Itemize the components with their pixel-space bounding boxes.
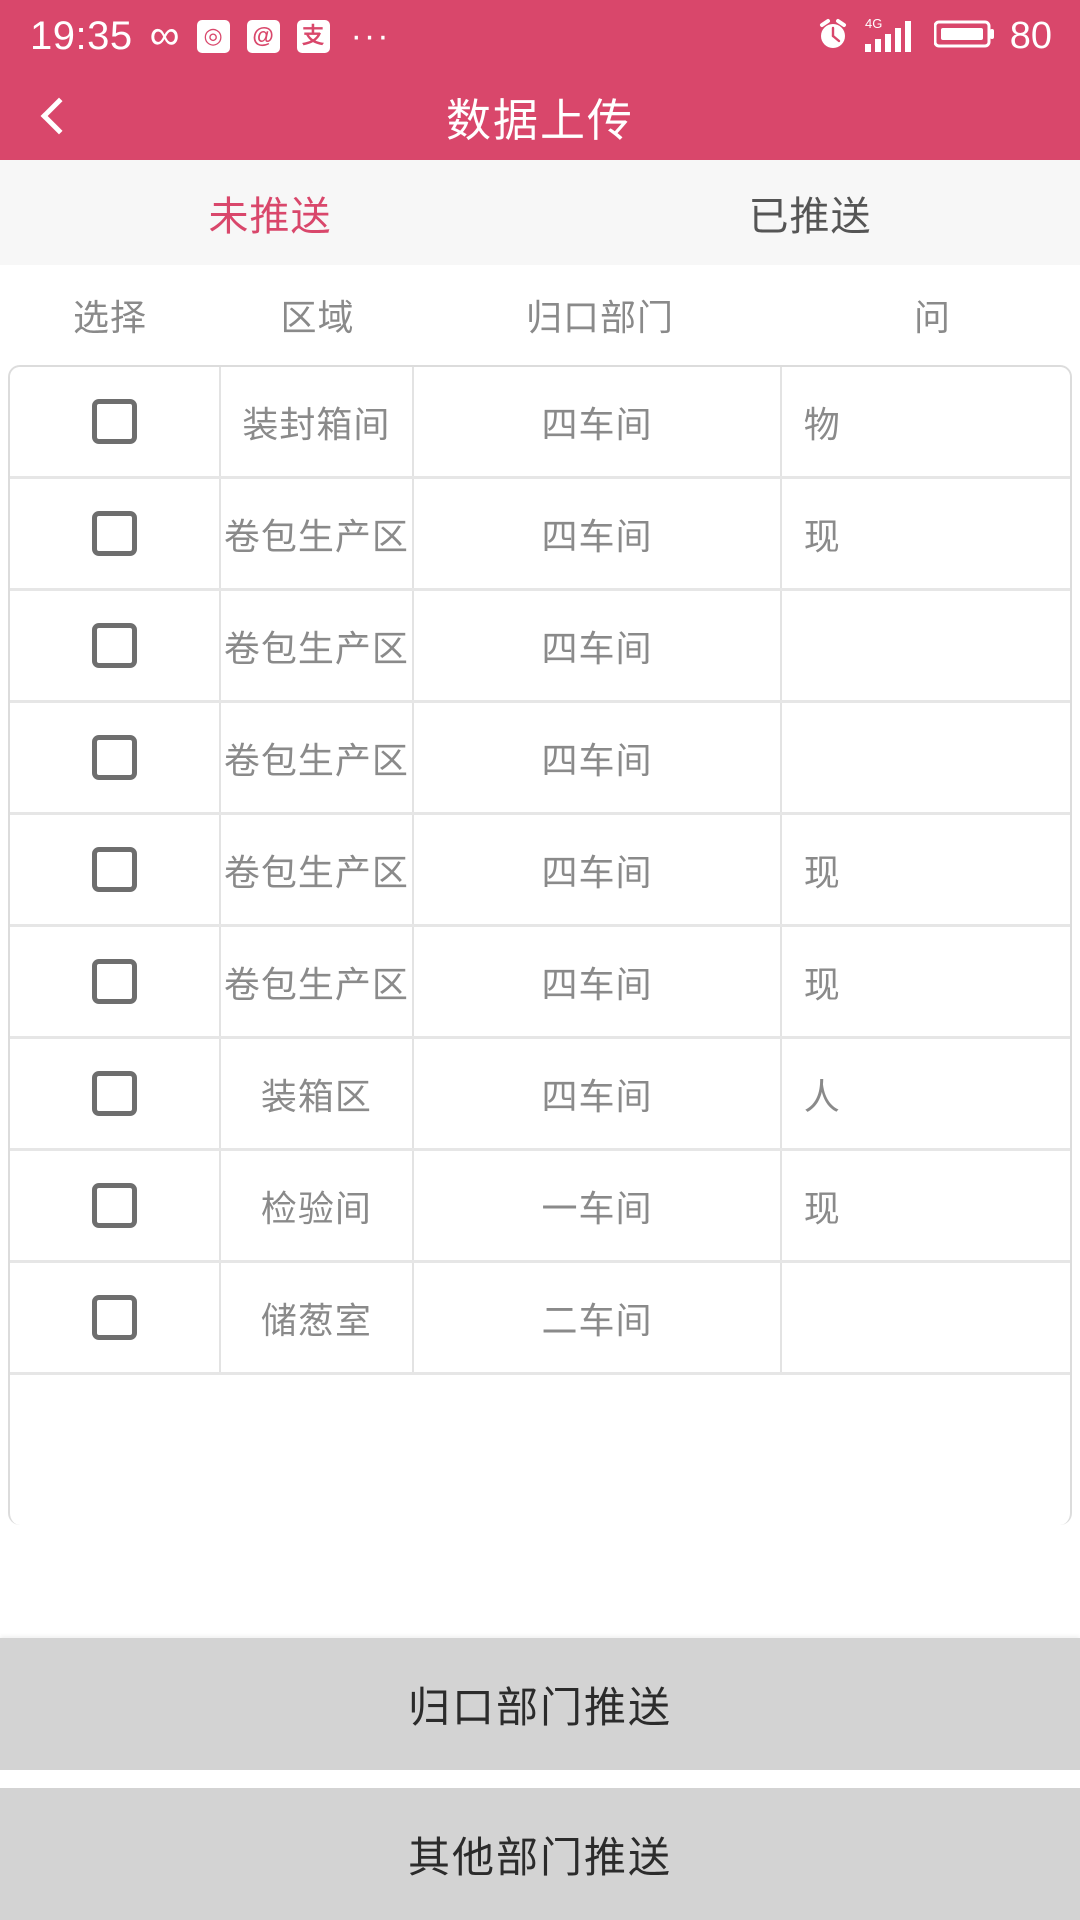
cell-department: 四车间 (414, 703, 782, 812)
checkbox-icon[interactable] (91, 1071, 137, 1116)
table-row[interactable]: 装封箱间 四车间 物 (10, 367, 1070, 479)
tab-bar: 未推送 已推送 (0, 160, 1080, 265)
column-header-select: 选择 (72, 297, 147, 338)
cell-department: 四车间 (414, 367, 782, 476)
alarm-clock-icon (816, 17, 850, 56)
column-header-area: 区域 (280, 297, 355, 338)
svg-text:4G: 4G (865, 16, 882, 31)
app-icon-meitu: ◎ (196, 19, 230, 53)
status-bar: 19:35 ∞ ◎ @ 支 ··· 4G 80 (0, 0, 1080, 72)
checkbox-icon[interactable] (91, 847, 137, 892)
row-checkbox-cell[interactable] (10, 479, 221, 588)
cell-problem-type: 现 (803, 1187, 841, 1229)
row-checkbox-cell[interactable] (10, 1151, 221, 1260)
cell-area: 装箱区 (221, 1039, 415, 1148)
row-checkbox-cell[interactable] (10, 591, 221, 700)
cell-department: 四车间 (414, 927, 782, 1036)
back-button[interactable] (0, 72, 110, 160)
cell-problem-type (782, 1263, 1070, 1372)
app-icon-alipay: 支 (296, 19, 330, 53)
app-icon-weibo: @ (246, 19, 280, 53)
button-gap-divider (0, 1770, 1080, 1788)
bottom-action-bar: 归口部门推送 其他部门推送 (0, 1638, 1080, 1920)
checkbox-icon[interactable] (91, 1183, 137, 1228)
tab-pushed[interactable]: 已推送 (540, 160, 1080, 265)
cell-area: 检验间 (221, 1151, 415, 1260)
signal-bars-icon: 4G (864, 15, 920, 58)
cell-problem-type (782, 591, 1070, 700)
table-row[interactable]: 卷包生产区 四车间 现 (10, 479, 1070, 591)
cell-area: 卷包生产区 (221, 591, 415, 700)
title-bar: 数据上传 (0, 72, 1080, 160)
cell-area: 卷包生产区 (221, 479, 415, 588)
cell-department: 四车间 (414, 815, 782, 924)
row-checkbox-cell[interactable] (10, 367, 221, 476)
status-bar-right: 4G 80 (816, 15, 1052, 58)
cell-department: 一车间 (414, 1151, 782, 1260)
back-chevron-icon (40, 97, 78, 135)
checkbox-icon[interactable] (91, 735, 137, 780)
cell-area: 卷包生产区 (221, 927, 415, 1036)
checkbox-icon[interactable] (91, 399, 137, 444)
row-checkbox-cell[interactable] (10, 703, 221, 812)
table-row[interactable]: 装箱区 四车间 人 (10, 1039, 1070, 1151)
row-checkbox-cell[interactable] (10, 815, 221, 924)
cell-problem-type: 人 (803, 1075, 841, 1117)
status-time: 19:35 (30, 14, 133, 58)
cell-problem-type: 物 (803, 403, 841, 445)
cell-department: 四车间 (414, 1039, 782, 1148)
cell-area: 储葱室 (221, 1263, 415, 1372)
column-header-department: 归口部门 (525, 297, 674, 338)
checkbox-icon[interactable] (91, 511, 137, 556)
cell-problem-type: 现 (803, 851, 841, 893)
cell-area: 卷包生产区 (221, 815, 415, 924)
cell-department: 四车间 (414, 479, 782, 588)
data-table[interactable]: 装封箱间 四车间 物 卷包生产区 四车间 现 卷包生产区 四车间 卷包生产区 四… (8, 365, 1072, 1525)
column-header-problem-type: 问 (913, 297, 951, 338)
tab-not-pushed[interactable]: 未推送 (0, 160, 540, 265)
table-row[interactable]: 储葱室 二车间 (10, 1263, 1070, 1375)
table-row[interactable]: 卷包生产区 四车间 (10, 591, 1070, 703)
table-row[interactable]: 卷包生产区 四车间 现 (10, 927, 1070, 1039)
status-overflow-icon: ··· (350, 16, 391, 55)
checkbox-icon[interactable] (91, 959, 137, 1004)
battery-percent: 80 (1009, 15, 1052, 57)
table-row[interactable]: 卷包生产区 四车间 (10, 703, 1070, 815)
cell-problem-type (782, 703, 1070, 812)
cell-area: 卷包生产区 (221, 703, 415, 812)
row-checkbox-cell[interactable] (10, 1039, 221, 1148)
infinity-icon: ∞ (149, 10, 180, 58)
status-bar-left: 19:35 ∞ ◎ @ 支 ··· (30, 10, 816, 58)
row-checkbox-cell[interactable] (10, 1263, 221, 1372)
table-row[interactable]: 检验间 一车间 现 (10, 1151, 1070, 1263)
battery-icon (933, 17, 996, 56)
table-row[interactable]: 卷包生产区 四车间 现 (10, 815, 1070, 927)
checkbox-icon[interactable] (91, 623, 137, 668)
page-title: 数据上传 (445, 94, 634, 146)
row-checkbox-cell[interactable] (10, 927, 221, 1036)
table-column-headers: 选择 区域 归口部门 问 (0, 265, 1080, 365)
push-to-owning-department-button[interactable]: 归口部门推送 (0, 1638, 1080, 1770)
checkbox-icon[interactable] (91, 1295, 137, 1340)
cell-problem-type: 现 (803, 963, 841, 1005)
cell-area: 装封箱间 (221, 367, 415, 476)
push-to-other-department-button[interactable]: 其他部门推送 (0, 1788, 1080, 1920)
cell-department: 四车间 (414, 591, 782, 700)
cell-problem-type: 现 (803, 515, 841, 557)
cell-department: 二车间 (414, 1263, 782, 1372)
